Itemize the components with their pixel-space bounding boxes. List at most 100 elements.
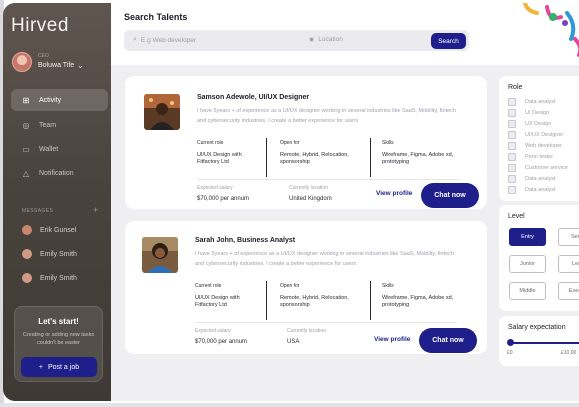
decorative-shapes [523, 3, 579, 57]
view-profile-link[interactable]: View profile [376, 190, 412, 197]
current-role-label: Current role [195, 283, 222, 289]
plus-icon: + [38, 363, 43, 371]
current-role: Current role UI/UX Design with Fitfactor… [197, 140, 257, 177]
salary-max: £10,00 [561, 350, 577, 356]
view-profile-link[interactable]: View profile [374, 336, 410, 343]
sidebar-item-label: Wallet [39, 145, 59, 153]
chat-now-button[interactable]: Chat now [419, 328, 477, 353]
location-label: Currently location [289, 185, 328, 191]
user-name[interactable]: Boluwa Tife [38, 62, 74, 69]
skills-value: Wireframe, Figma, Adobe xd, prototyping [382, 295, 454, 308]
divider [197, 179, 459, 180]
avatar[interactable] [12, 52, 32, 72]
role-option[interactable]: Penn tester [508, 153, 553, 161]
main-content: Search Talents ⌕ E.g Web developer ◉ Loc… [111, 3, 579, 401]
sidebar-item-activity[interactable]: ⊞ Activity [11, 89, 108, 111]
role-option[interactable]: UI/UX Designer [508, 131, 563, 139]
sidebar-item-team[interactable]: ◎ Team [11, 114, 108, 136]
message-name: Emily Smith [40, 274, 77, 282]
role-option[interactable]: Data analyst [508, 186, 556, 194]
salary-filter-title: Salary expectation [508, 324, 566, 331]
open-for-label: Open for [280, 283, 300, 289]
chevron-down-icon[interactable]: ⌄ [77, 61, 84, 70]
role-option[interactable]: Customer service [508, 164, 568, 172]
checkbox[interactable] [508, 175, 516, 183]
open-for-label: Open for [280, 140, 300, 146]
location-placeholder: Location [318, 36, 343, 43]
role-label: Data analyst [525, 176, 556, 182]
level-option-entry[interactable]: Entry [509, 228, 546, 246]
role-option[interactable]: Data analyst [508, 175, 556, 183]
chat-now-button[interactable]: Chat now [421, 183, 479, 208]
add-message-icon[interactable]: + [93, 205, 98, 215]
checkbox[interactable] [508, 109, 516, 117]
sidebar-item-notification[interactable]: △ Notification [11, 162, 108, 184]
role-label: UI Design [525, 110, 550, 116]
bell-icon: △ [22, 168, 30, 178]
device-frame: Hirved CEO Boluwa Tife ⌄ ⊞ Activity ◎ Te… [0, 0, 579, 407]
candidate-photo[interactable] [144, 94, 180, 130]
level-option-middle[interactable]: Middle [509, 282, 546, 300]
candidate-name[interactable]: Samson Adewole, UI/UX Designer [197, 94, 309, 101]
wallet-icon: ▭ [22, 144, 30, 154]
skills-label: Skills [382, 283, 394, 289]
skills: Skills Wireframe, Figma, Adobe xd, proto… [382, 283, 457, 320]
level-filter-panel: Level Entry Seni Junior Lea Middle Execu [499, 205, 579, 311]
level-option-lead[interactable]: Lea [558, 255, 579, 273]
role-label: UX Design [525, 121, 552, 127]
location-value: USA [287, 339, 300, 345]
role-label: Customer service [525, 165, 568, 171]
open-for-value: Remote, Hybrid, Relocation, sponsorship [280, 152, 349, 165]
role-option[interactable]: UX Design [508, 120, 551, 128]
divider [370, 281, 371, 320]
checkbox[interactable] [508, 186, 516, 194]
app-logo: Hirved [11, 15, 69, 36]
salary-filter-panel: Salary expectation £0 £10,00 [499, 316, 579, 366]
checkbox[interactable] [508, 164, 516, 172]
avatar [22, 273, 32, 283]
checkbox[interactable] [508, 98, 516, 106]
promo-text: Creating or adding new tasks couldn't be… [22, 332, 95, 346]
message-item[interactable]: Emily Smith [22, 249, 77, 259]
salary-slider-track[interactable] [510, 342, 579, 344]
level-option-senior[interactable]: Seni [558, 228, 579, 246]
role-filter-panel: Role Data analyst UI Design UX Design UI… [499, 76, 579, 201]
salary-slider-handle[interactable] [507, 339, 514, 346]
message-name: Emily Smith [40, 250, 77, 258]
expected-salary: Expected salary $70,000 per annum [195, 328, 247, 348]
level-option-executive[interactable]: Execu [558, 282, 579, 300]
checkbox[interactable] [508, 120, 516, 128]
sidebar-item-wallet[interactable]: ▭ Wallet [11, 138, 108, 160]
candidate-name[interactable]: Sarah John, Business Analyst [195, 237, 295, 244]
role-filter-title: Role [508, 84, 523, 91]
candidate-photo[interactable] [142, 237, 178, 273]
level-option-junior[interactable]: Junior [509, 255, 546, 273]
avatar [22, 225, 32, 235]
current-role: Current role UI/UX Design with Fitfactor… [195, 283, 255, 320]
sidebar-item-label: Activity [39, 96, 62, 104]
message-item[interactable]: Erik Gunsel [22, 225, 76, 235]
divider [266, 281, 267, 320]
salary-label: Expected salary [195, 328, 231, 334]
role-label: Penn tester [525, 154, 554, 160]
divider [266, 138, 267, 177]
role-option[interactable]: Data analyst [508, 98, 556, 106]
location-label: Currently location [287, 328, 326, 334]
checkbox[interactable] [508, 131, 516, 139]
role-option[interactable]: UI Design [508, 109, 549, 117]
checkbox[interactable] [508, 153, 516, 161]
message-name: Erik Gunsel [40, 226, 77, 234]
sidebar-item-label: Notification [39, 169, 74, 177]
search-button[interactable]: Search [431, 33, 466, 49]
open-for: Open for Remote, Hybrid, Relocation, spo… [280, 140, 350, 177]
message-item[interactable]: Emily Smith [22, 273, 77, 283]
current-location: Currently location USA [287, 328, 326, 348]
search-icon: ⌕ [133, 36, 137, 43]
candidate-bio: I have 5years + of experience as a UI/UX… [195, 251, 454, 267]
checkbox[interactable] [508, 142, 516, 150]
post-job-button[interactable]: + Post a job [21, 357, 97, 377]
location-input[interactable]: ◉ Location [309, 36, 343, 43]
role-option[interactable]: Web developer [508, 142, 562, 150]
search-input[interactable]: ⌕ E.g Web developer [133, 36, 196, 44]
expected-salary: Expected salary $70,000 per annum [197, 185, 249, 205]
